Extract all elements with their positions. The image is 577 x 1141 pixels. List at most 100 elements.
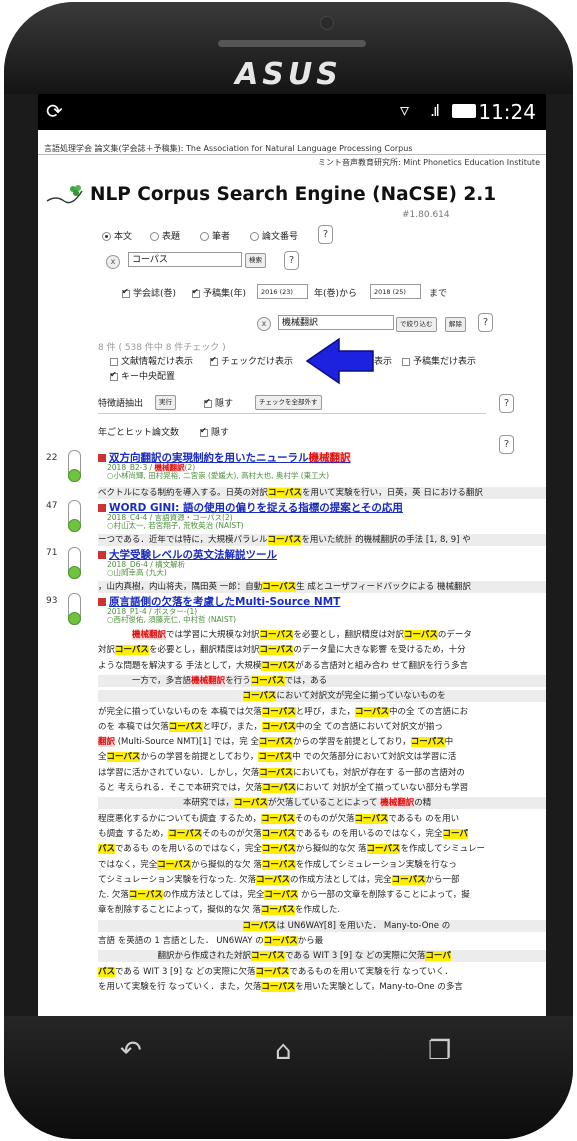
year-to-suffix: まで xyxy=(429,289,448,299)
bib-only-checkbox[interactable]: 文献情報だけ表示 xyxy=(110,354,193,367)
uncheck-all-button[interactable]: チェックを全部外す xyxy=(255,395,322,410)
excerpt-fragment: コーパス xyxy=(403,630,438,640)
result-check-toggle[interactable] xyxy=(68,547,81,579)
field-radio-paper-number[interactable]: 論文番号 xyxy=(250,229,298,242)
excerpt-fragment xyxy=(98,630,132,640)
filter-input[interactable]: 機械翻訳 xyxy=(278,315,394,330)
excerpt-fragment: 程度悪化するかについても調査 するため， xyxy=(98,813,262,824)
excerpt-fragment xyxy=(98,691,243,701)
excerpt-fragment: コーパス xyxy=(242,920,277,931)
excerpt-line: を用いて実験を行 なっていく．また，欠落コーパスを用いた実験として，Many-t… xyxy=(98,981,546,993)
help-button-field[interactable]: ? xyxy=(318,225,333,244)
excerpt-fragment: ではなく，完全 xyxy=(98,859,158,870)
excerpt-fragment: を作成してシミュレーション実験を行なっ xyxy=(295,859,457,870)
result-check-toggle[interactable] xyxy=(68,500,81,532)
excerpt-fragment: のを 本稿では欠落 xyxy=(98,721,169,732)
excerpt-fragment: であるも のを用い xyxy=(388,813,460,824)
excerpt-fragment: 一方で，多言語 xyxy=(98,675,192,686)
excerpt-fragment: コーパス xyxy=(168,828,203,839)
proceedings-checkbox[interactable]: 予稿集(年) xyxy=(192,286,246,299)
page-title: NLP Corpus Search Engine (NaCSE) 2.1 xyxy=(90,184,497,205)
help-button-search[interactable]: ? xyxy=(284,251,299,270)
help-button-keywords[interactable]: ? xyxy=(499,394,514,413)
clear-filter-text-button[interactable]: 解除 xyxy=(445,317,466,332)
excerpt-fragment: コーパス xyxy=(260,905,295,916)
recent-apps-button[interactable]: ❐ xyxy=(428,1036,451,1066)
result-hit-count: 22 xyxy=(46,453,58,463)
back-button[interactable]: ↶ xyxy=(120,1036,142,1066)
search-button[interactable]: 検索 xyxy=(245,253,266,268)
excerpt-line: てシミュレーション実験を行なった. 欠落コーパスの作成方法としては，完全コーパス… xyxy=(98,874,546,886)
year-from-select[interactable]: 2016 (23) xyxy=(257,284,308,299)
keyword-run-button[interactable]: 実行 xyxy=(155,395,176,410)
field-radio-honbun[interactable]: 本文 xyxy=(102,229,132,242)
excerpt-fragment: コーパス xyxy=(234,798,268,809)
excerpt-fragment: では学習に大規模な対訳 xyxy=(166,630,260,640)
result-count: 8 件 ( 538 件中 8 件チェック ) xyxy=(98,343,226,353)
excerpt-fragment: 中 での欠落部分において対訳文は学習に活 xyxy=(292,752,457,763)
home-button[interactable]: ⌂ xyxy=(275,1036,292,1066)
excerpt-fragment: コーパス xyxy=(263,936,298,946)
excerpt-fragment: においても，対訳が存在す る一部の言語対の xyxy=(293,767,465,778)
result-check-toggle[interactable] xyxy=(68,593,81,625)
excerpt-fragment: から最 xyxy=(297,936,324,946)
excerpt-fragment: コーパ xyxy=(442,828,468,839)
excerpt-line: ではなく，完全コーパスから擬似的な欠 落コーパスを作成してシミュレーション実験を… xyxy=(98,859,546,871)
excerpt-fragment: である WIT 3 [9] な どの実際に欠落 xyxy=(115,966,256,977)
excerpt-fragment: (Multi-Source NMT)[1] では，完 全 xyxy=(115,737,259,748)
journal-checkbox[interactable]: 学会誌(巻) xyxy=(122,286,176,299)
excerpt-line: も調査 するため，コーパスそのものが欠落コーパスであるも のを用いるのではなく，… xyxy=(98,828,546,840)
year-to-select[interactable]: 2018 (25) xyxy=(370,284,421,299)
field-radio-author[interactable]: 筆者 xyxy=(200,229,230,242)
excerpt-line: 程度悪化するかについても調査 するため，コーパスそのものが欠落コーパスであるも … xyxy=(98,813,546,825)
excerpt-fragment: パス xyxy=(98,966,116,977)
excerpt-fragment: と呼び，また， xyxy=(202,721,262,732)
result-hit-count: 71 xyxy=(46,548,58,558)
excerpt-fragment: コーパス xyxy=(250,675,285,686)
result-authors: ○小林尚輝, 田村晃裕, 二宮崇 (愛媛大), 高村大也, 奥村学 (東工大) xyxy=(107,471,330,480)
excerpt-fragment: コーパス xyxy=(258,752,293,763)
excerpt-fragment: から一部の文章を削除することによって，擬 xyxy=(298,890,470,901)
excerpt-fragment: のデータ xyxy=(437,630,472,640)
keyword-hide-checkbox[interactable]: 隠す xyxy=(204,396,233,409)
excerpt-fragment: コーパス xyxy=(264,890,299,901)
excerpt-line: 翻訳 (Multi-Source NMT)[1] では，完 全コーパスからの学習… xyxy=(98,736,546,748)
pdf-icon xyxy=(98,504,106,512)
clear-filter-button[interactable]: x xyxy=(257,317,271,331)
proceedings-only-checkbox[interactable]: 予稿集だけ表示 xyxy=(402,354,476,367)
result-authors: ○村山太一, 若宮翔子, 荒牧英治 (NAIST) xyxy=(107,521,244,530)
result-hit-count: 47 xyxy=(46,501,58,511)
excerpt-fragment: を作成してシミュレー xyxy=(400,844,486,855)
excerpt-fragment: から擬似的な欠 落 xyxy=(295,844,367,855)
result-authors: ○西村俊佑, 須藤克仁, 中村哲 (NAIST) xyxy=(107,615,237,624)
yearly-label: 年ごとヒット論文数 xyxy=(98,428,180,438)
blue-arrow-annotation xyxy=(305,337,374,385)
excerpt-fragment: であるも のを用いるのではなく，完全 xyxy=(295,828,443,839)
help-button-yearly[interactable]: ? xyxy=(499,435,514,454)
excerpt-fragment: は UN6WAY[8] を用いた． Many-to-One の xyxy=(276,920,451,931)
yearly-hide-checkbox[interactable]: 隠す xyxy=(200,425,229,438)
excerpt-fragment: コーパス xyxy=(168,721,203,732)
excerpt-fragment: た. 欠落 xyxy=(98,890,129,901)
help-button-filter[interactable]: ? xyxy=(478,313,493,332)
clear-query-button[interactable]: x xyxy=(106,255,120,269)
excerpt-fragment: ような問題を解決する 手法として，大規模 xyxy=(98,660,262,671)
center-key-checkbox[interactable]: キー中央配置 xyxy=(110,369,175,382)
result-check-toggle[interactable] xyxy=(68,450,81,482)
signal-icon: .ıl xyxy=(430,101,440,120)
field-radio-title[interactable]: 表題 xyxy=(150,229,180,242)
excerpt-fragment xyxy=(98,921,243,931)
excerpt-line: コーパスは UN6WAY[8] を用いた． Many-to-One の xyxy=(98,919,546,932)
excerpt-fragment: コーパス xyxy=(261,828,296,839)
excerpt-fragment: コーパス xyxy=(261,721,296,732)
excerpt-fragment: が完全に揃っていないものを 本稿では欠落 xyxy=(98,706,262,717)
search-input[interactable]: コーパス xyxy=(128,252,242,267)
checked-only-checkbox[interactable]: チェックだけ表示 xyxy=(210,354,293,367)
excerpt-fragment: の作成方法としては，完全 xyxy=(290,874,392,885)
result-snippet: ベクトルになる制約を導入する。日英の対訳コーパスを用いて実験を行い，日英，英 日… xyxy=(98,487,546,499)
excerpt-fragment: 中の全 ての言語において対訳文が揃っ xyxy=(295,721,443,732)
excerpt-fragment: コーパス xyxy=(242,691,277,702)
phone-frame: ASUS ⟳ ▿ .ıl 11:24 言語処理学会 論文集(学会誌＋予稿集): … xyxy=(4,2,573,1139)
excerpt-fragment: てシミュレーション実験を行なった. 欠落 xyxy=(98,874,257,885)
filter-button[interactable]: で絞り込む xyxy=(396,317,437,332)
